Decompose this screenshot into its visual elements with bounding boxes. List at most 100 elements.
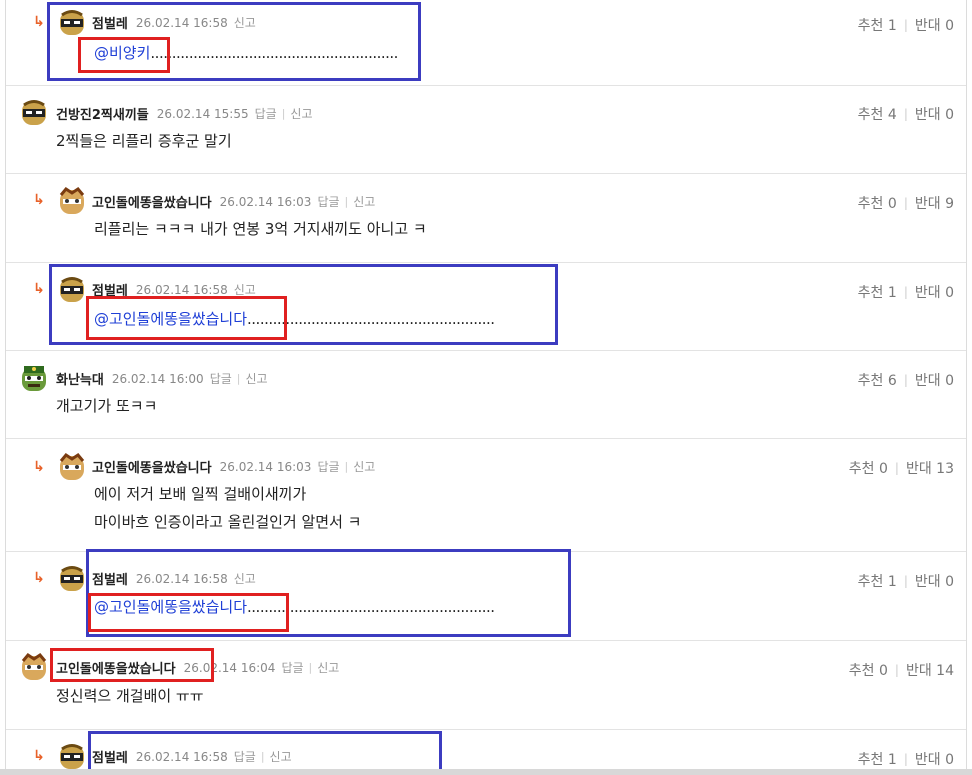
- recommend-count: 1: [887, 574, 897, 590]
- report-link[interactable]: 신고: [270, 748, 292, 765]
- recommend-count: 1: [887, 752, 897, 768]
- avatar: [21, 653, 47, 680]
- comment-author[interactable]: 건방진2찍새끼들: [56, 104, 149, 123]
- reply-link[interactable]: 답글: [317, 458, 339, 475]
- comment-item: ↳ 고인돌에똥을쌌습니다 26.02.14 16:03 답글 | 신고 리플리는…: [6, 174, 966, 263]
- report-link[interactable]: 신고: [317, 659, 339, 676]
- report-link[interactable]: 신고: [246, 370, 268, 387]
- vote-divider: |: [903, 285, 908, 299]
- oppose-button[interactable]: 반대 0: [915, 749, 954, 769]
- comment-author[interactable]: 점벌레: [92, 280, 128, 299]
- reply-link[interactable]: 답글: [255, 105, 277, 122]
- oppose-count: 9: [945, 196, 954, 212]
- oppose-label: 반대: [914, 107, 941, 123]
- recommend-count: 0: [878, 461, 888, 477]
- comment-author[interactable]: 화난늑대: [56, 369, 104, 388]
- avatar: [60, 566, 84, 591]
- comment-body-line: 에이 저거 보배 일찍 걸배이새끼가: [94, 485, 307, 503]
- oppose-count: 0: [945, 107, 954, 123]
- avatar: [22, 366, 46, 391]
- comment-author[interactable]: 고인돌에똥을쌌습니다: [92, 192, 212, 211]
- comment-author[interactable]: 점벌레: [92, 13, 128, 32]
- recommend-label: 추천: [848, 663, 875, 679]
- reply-arrow-icon: ↳: [33, 748, 45, 764]
- reply-link[interactable]: 답글: [281, 659, 303, 676]
- horizontal-scrollbar[interactable]: [0, 769, 972, 775]
- report-link[interactable]: 신고: [234, 281, 256, 298]
- vote-divider: |: [903, 196, 908, 210]
- recommend-button[interactable]: 추천 1: [858, 15, 897, 35]
- recommend-label: 추천: [857, 18, 884, 34]
- comment-date: 26.02.14 16:58: [135, 571, 228, 586]
- comment-item: ↳ 점벌레 26.02.14 16:58 신고 @비양키............…: [6, 0, 966, 86]
- avatar: [60, 277, 84, 302]
- comment-author[interactable]: 고인돌에똥을쌌습니다: [56, 658, 176, 677]
- recommend-button[interactable]: 추천 1: [858, 571, 897, 591]
- report-link[interactable]: 신고: [234, 570, 256, 587]
- comment-date: 26.02.14 16:00: [111, 371, 204, 386]
- recommend-label: 추천: [857, 373, 884, 389]
- oppose-button[interactable]: 반대 0: [915, 370, 954, 390]
- comment-author[interactable]: 점벌레: [92, 569, 128, 588]
- vote-divider: |: [903, 107, 908, 121]
- comment-item: 화난늑대 26.02.14 16:00 답글 | 신고 개고기가 또ㅋㅋ 추천 …: [6, 351, 966, 439]
- recommend-button[interactable]: 추천 1: [858, 282, 897, 302]
- avatar: [59, 453, 85, 480]
- oppose-label: 반대: [905, 663, 932, 679]
- oppose-label: 반대: [905, 461, 932, 477]
- report-link[interactable]: 신고: [290, 105, 312, 122]
- reply-arrow-icon: ↳: [33, 570, 45, 586]
- report-link[interactable]: 신고: [353, 458, 375, 475]
- recommend-label: 추천: [857, 752, 884, 768]
- comment-date: 26.02.14 16:03: [219, 194, 312, 209]
- mention-link[interactable]: @고인돌에똥을쌌습니다: [94, 310, 247, 328]
- mention-link[interactable]: @고인돌에똥을쌌습니다: [94, 598, 247, 616]
- comment-body: 2찍들은 리플리 증후군 말기: [56, 132, 232, 150]
- oppose-button[interactable]: 반대 9: [915, 193, 954, 213]
- oppose-button[interactable]: 반대 0: [915, 571, 954, 591]
- oppose-button[interactable]: 반대 0: [915, 282, 954, 302]
- avatar: [60, 10, 84, 35]
- oppose-button[interactable]: 반대 14: [906, 660, 954, 680]
- oppose-label: 반대: [914, 373, 941, 389]
- recommend-label: 추천: [857, 285, 884, 301]
- recommend-button[interactable]: 추천 4: [858, 104, 897, 124]
- oppose-count: 14: [936, 663, 954, 679]
- reply-arrow-icon: ↳: [33, 459, 45, 475]
- reply-link[interactable]: 답글: [234, 748, 256, 765]
- reply-link[interactable]: 답글: [210, 370, 232, 387]
- oppose-button[interactable]: 반대 0: [915, 15, 954, 35]
- comment-dots: ........................................…: [247, 598, 495, 616]
- vote-divider: |: [903, 373, 908, 387]
- report-link[interactable]: 신고: [234, 14, 256, 31]
- recommend-count: 0: [878, 663, 888, 679]
- oppose-button[interactable]: 반대 0: [915, 104, 954, 124]
- recommend-button[interactable]: 추천 1: [858, 749, 897, 769]
- recommend-label: 추천: [857, 196, 884, 212]
- comment-body: @비양키....................................…: [94, 40, 398, 67]
- recommend-button[interactable]: 추천 6: [858, 370, 897, 390]
- recommend-button[interactable]: 추천 0: [849, 660, 888, 680]
- comment-body: 개고기가 또ㅋㅋ: [56, 397, 158, 415]
- report-link[interactable]: 신고: [353, 193, 375, 210]
- avatar: [60, 744, 84, 769]
- comment-body: @고인돌에똥을쌌습니다.............................…: [94, 594, 495, 621]
- comment-date: 26.02.14 15:55: [156, 106, 249, 121]
- avatar: [22, 100, 46, 125]
- action-divider: |: [281, 107, 286, 120]
- comment-author[interactable]: 점벌레: [92, 747, 128, 766]
- comment-date: 26.02.14 16:04: [183, 660, 276, 675]
- reply-link[interactable]: 답글: [317, 193, 339, 210]
- mention-link[interactable]: @비양키: [94, 44, 150, 62]
- action-divider: |: [344, 195, 349, 208]
- oppose-count: 0: [945, 574, 954, 590]
- comment-item: ↳ 점벌레 26.02.14 16:58 신고 @고인돌에똥을쌌습니다.....…: [6, 552, 966, 641]
- comment-author[interactable]: 고인돌에똥을쌌습니다: [92, 457, 212, 476]
- comment-body: 리플리는 ㅋㅋㅋ 내가 연봉 3억 거지새끼도 아니고 ㅋ: [94, 220, 427, 238]
- recommend-button[interactable]: 추천 0: [849, 458, 888, 478]
- recommend-count: 0: [887, 196, 897, 212]
- oppose-button[interactable]: 반대 13: [906, 458, 954, 478]
- recommend-count: 1: [887, 285, 897, 301]
- oppose-label: 반대: [914, 574, 941, 590]
- recommend-button[interactable]: 추천 0: [858, 193, 897, 213]
